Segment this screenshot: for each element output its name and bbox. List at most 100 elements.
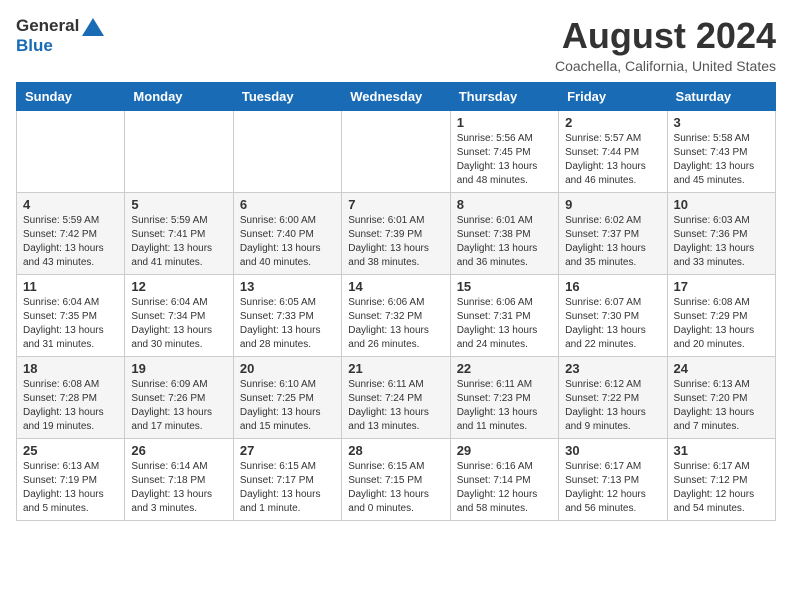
day-number: 29 bbox=[457, 443, 552, 458]
day-number: 7 bbox=[348, 197, 443, 212]
calendar-table: Sunday Monday Tuesday Wednesday Thursday… bbox=[16, 82, 776, 521]
table-row: 31Sunrise: 6:17 AMSunset: 7:12 PMDayligh… bbox=[667, 438, 775, 520]
day-detail: Sunrise: 6:07 AMSunset: 7:30 PMDaylight:… bbox=[565, 296, 660, 352]
table-row: 21Sunrise: 6:11 AMSunset: 7:24 PMDayligh… bbox=[342, 356, 450, 438]
day-number: 9 bbox=[565, 197, 660, 212]
day-detail: Sunrise: 6:13 AMSunset: 7:20 PMDaylight:… bbox=[674, 378, 769, 434]
table-row: 24 Sunrise: 6:13 AMSunset: 7:20 PMDayligh… bbox=[667, 356, 775, 438]
table-row bbox=[233, 110, 341, 192]
calendar-header-row: Sunday Monday Tuesday Wednesday Thursday… bbox=[17, 82, 776, 110]
logo-general: General bbox=[16, 16, 79, 36]
day-number: 30 bbox=[565, 443, 660, 458]
header-monday: Monday bbox=[125, 82, 233, 110]
title-area: August 2024 Coachella, California, Unite… bbox=[555, 16, 776, 74]
table-row: 28Sunrise: 6:15 AMSunset: 7:15 PMDayligh… bbox=[342, 438, 450, 520]
table-row: 19 Sunrise: 6:09 AMSunset: 7:26 PMDayligh… bbox=[125, 356, 233, 438]
logo-icon bbox=[82, 18, 104, 36]
table-row: 27Sunrise: 6:15 AMSunset: 7:17 PMDayligh… bbox=[233, 438, 341, 520]
table-row: 1Sunrise: 5:56 AMSunset: 7:45 PMDaylight… bbox=[450, 110, 558, 192]
day-number: 3 bbox=[674, 115, 769, 130]
day-detail: Sunrise: 6:06 AMSunset: 7:32 PMDaylight:… bbox=[348, 296, 443, 352]
calendar-week-row: 18 Sunrise: 6:08 AMSunset: 7:28 PMDayligh… bbox=[17, 356, 776, 438]
day-detail: Sunrise: 6:10 AMSunset: 7:25 PMDaylight:… bbox=[240, 378, 335, 434]
day-detail: Sunrise: 6:06 AMSunset: 7:31 PMDaylight:… bbox=[457, 296, 552, 352]
day-detail: Sunrise: 5:57 AMSunset: 7:44 PMDaylight:… bbox=[565, 132, 660, 188]
day-number: 18 bbox=[23, 361, 118, 376]
table-row: 29 Sunrise: 6:16 AMSunset: 7:14 PMDayligh… bbox=[450, 438, 558, 520]
day-detail: Sunrise: 6:17 AMSunset: 7:13 PMDaylight:… bbox=[565, 460, 660, 516]
day-detail: Sunrise: 6:08 AMSunset: 7:28 PMDaylight:… bbox=[23, 378, 118, 434]
day-number: 25 bbox=[23, 443, 118, 458]
day-number: 22 bbox=[457, 361, 552, 376]
day-detail: Sunrise: 6:02 AMSunset: 7:37 PMDaylight:… bbox=[565, 214, 660, 270]
calendar-week-row: 25 Sunrise: 6:13 AMSunset: 7:19 PMDayligh… bbox=[17, 438, 776, 520]
day-detail: Sunrise: 6:04 AMSunset: 7:35 PMDaylight:… bbox=[23, 296, 118, 352]
header-friday: Friday bbox=[559, 82, 667, 110]
month-year-title: August 2024 bbox=[555, 16, 776, 56]
table-row: 14 Sunrise: 6:06 AMSunset: 7:32 PMDayligh… bbox=[342, 274, 450, 356]
day-number: 24 bbox=[674, 361, 769, 376]
day-detail: Sunrise: 6:11 AMSunset: 7:23 PMDaylight:… bbox=[457, 378, 552, 434]
table-row: 7 Sunrise: 6:01 AMSunset: 7:39 PMDaylight… bbox=[342, 192, 450, 274]
day-detail: Sunrise: 6:11 AMSunset: 7:24 PMDaylight:… bbox=[348, 378, 443, 434]
table-row: 3 Sunrise: 5:58 AMSunset: 7:43 PMDaylight… bbox=[667, 110, 775, 192]
location-subtitle: Coachella, California, United States bbox=[555, 58, 776, 74]
table-row: 26 Sunrise: 6:14 AMSunset: 7:18 PMDayligh… bbox=[125, 438, 233, 520]
header-thursday: Thursday bbox=[450, 82, 558, 110]
table-row: 2 Sunrise: 5:57 AMSunset: 7:44 PMDaylight… bbox=[559, 110, 667, 192]
table-row: 22 Sunrise: 6:11 AMSunset: 7:23 PMDayligh… bbox=[450, 356, 558, 438]
day-detail: Sunrise: 6:13 AMSunset: 7:19 PMDaylight:… bbox=[23, 460, 118, 516]
table-row: 12 Sunrise: 6:04 AMSunset: 7:34 PMDayligh… bbox=[125, 274, 233, 356]
day-detail: Sunrise: 6:17 AMSunset: 7:12 PMDaylight:… bbox=[674, 460, 769, 516]
day-detail: Sunrise: 5:58 AMSunset: 7:43 PMDaylight:… bbox=[674, 132, 769, 188]
logo: General Blue bbox=[16, 16, 104, 57]
day-detail: Sunrise: 6:04 AMSunset: 7:34 PMDaylight:… bbox=[131, 296, 226, 352]
table-row: 17 Sunrise: 6:08 AMSunset: 7:29 PMDayligh… bbox=[667, 274, 775, 356]
calendar-week-row: 1Sunrise: 5:56 AMSunset: 7:45 PMDaylight… bbox=[17, 110, 776, 192]
day-number: 27 bbox=[240, 443, 335, 458]
day-number: 26 bbox=[131, 443, 226, 458]
table-row bbox=[17, 110, 125, 192]
header-saturday: Saturday bbox=[667, 82, 775, 110]
header: General Blue August 2024 Coachella, Cali… bbox=[16, 16, 776, 74]
day-number: 20 bbox=[240, 361, 335, 376]
table-row: 20 Sunrise: 6:10 AMSunset: 7:25 PMDayligh… bbox=[233, 356, 341, 438]
calendar-week-row: 4 Sunrise: 5:59 AMSunset: 7:42 PMDaylight… bbox=[17, 192, 776, 274]
day-number: 14 bbox=[348, 279, 443, 294]
day-detail: Sunrise: 6:16 AMSunset: 7:14 PMDaylight:… bbox=[457, 460, 552, 516]
table-row: 8 Sunrise: 6:01 AMSunset: 7:38 PMDaylight… bbox=[450, 192, 558, 274]
day-number: 13 bbox=[240, 279, 335, 294]
day-number: 8 bbox=[457, 197, 552, 212]
day-number: 2 bbox=[565, 115, 660, 130]
day-number: 19 bbox=[131, 361, 226, 376]
table-row: 5Sunrise: 5:59 AMSunset: 7:41 PMDaylight… bbox=[125, 192, 233, 274]
day-detail: Sunrise: 6:12 AMSunset: 7:22 PMDaylight:… bbox=[565, 378, 660, 434]
day-number: 1 bbox=[457, 115, 552, 130]
table-row: 6Sunrise: 6:00 AMSunset: 7:40 PMDaylight… bbox=[233, 192, 341, 274]
table-row: 23Sunrise: 6:12 AMSunset: 7:22 PMDayligh… bbox=[559, 356, 667, 438]
day-number: 17 bbox=[674, 279, 769, 294]
day-number: 12 bbox=[131, 279, 226, 294]
table-row: 9 Sunrise: 6:02 AMSunset: 7:37 PMDaylight… bbox=[559, 192, 667, 274]
day-detail: Sunrise: 6:14 AMSunset: 7:18 PMDaylight:… bbox=[131, 460, 226, 516]
table-row: 11Sunrise: 6:04 AMSunset: 7:35 PMDayligh… bbox=[17, 274, 125, 356]
day-number: 4 bbox=[23, 197, 118, 212]
table-row: 15 Sunrise: 6:06 AMSunset: 7:31 PMDayligh… bbox=[450, 274, 558, 356]
table-row: 18 Sunrise: 6:08 AMSunset: 7:28 PMDayligh… bbox=[17, 356, 125, 438]
day-detail: Sunrise: 6:05 AMSunset: 7:33 PMDaylight:… bbox=[240, 296, 335, 352]
day-detail: Sunrise: 6:09 AMSunset: 7:26 PMDaylight:… bbox=[131, 378, 226, 434]
day-detail: Sunrise: 6:01 AMSunset: 7:39 PMDaylight:… bbox=[348, 214, 443, 270]
day-number: 5 bbox=[131, 197, 226, 212]
table-row bbox=[125, 110, 233, 192]
table-row: 16 Sunrise: 6:07 AMSunset: 7:30 PMDayligh… bbox=[559, 274, 667, 356]
day-number: 16 bbox=[565, 279, 660, 294]
day-detail: Sunrise: 5:59 AMSunset: 7:42 PMDaylight:… bbox=[23, 214, 118, 270]
day-detail: Sunrise: 6:08 AMSunset: 7:29 PMDaylight:… bbox=[674, 296, 769, 352]
day-detail: Sunrise: 6:00 AMSunset: 7:40 PMDaylight:… bbox=[240, 214, 335, 270]
logo-blue: Blue bbox=[16, 36, 53, 56]
day-number: 15 bbox=[457, 279, 552, 294]
calendar-week-row: 11Sunrise: 6:04 AMSunset: 7:35 PMDayligh… bbox=[17, 274, 776, 356]
day-detail: Sunrise: 6:01 AMSunset: 7:38 PMDaylight:… bbox=[457, 214, 552, 270]
header-tuesday: Tuesday bbox=[233, 82, 341, 110]
day-detail: Sunrise: 6:03 AMSunset: 7:36 PMDaylight:… bbox=[674, 214, 769, 270]
